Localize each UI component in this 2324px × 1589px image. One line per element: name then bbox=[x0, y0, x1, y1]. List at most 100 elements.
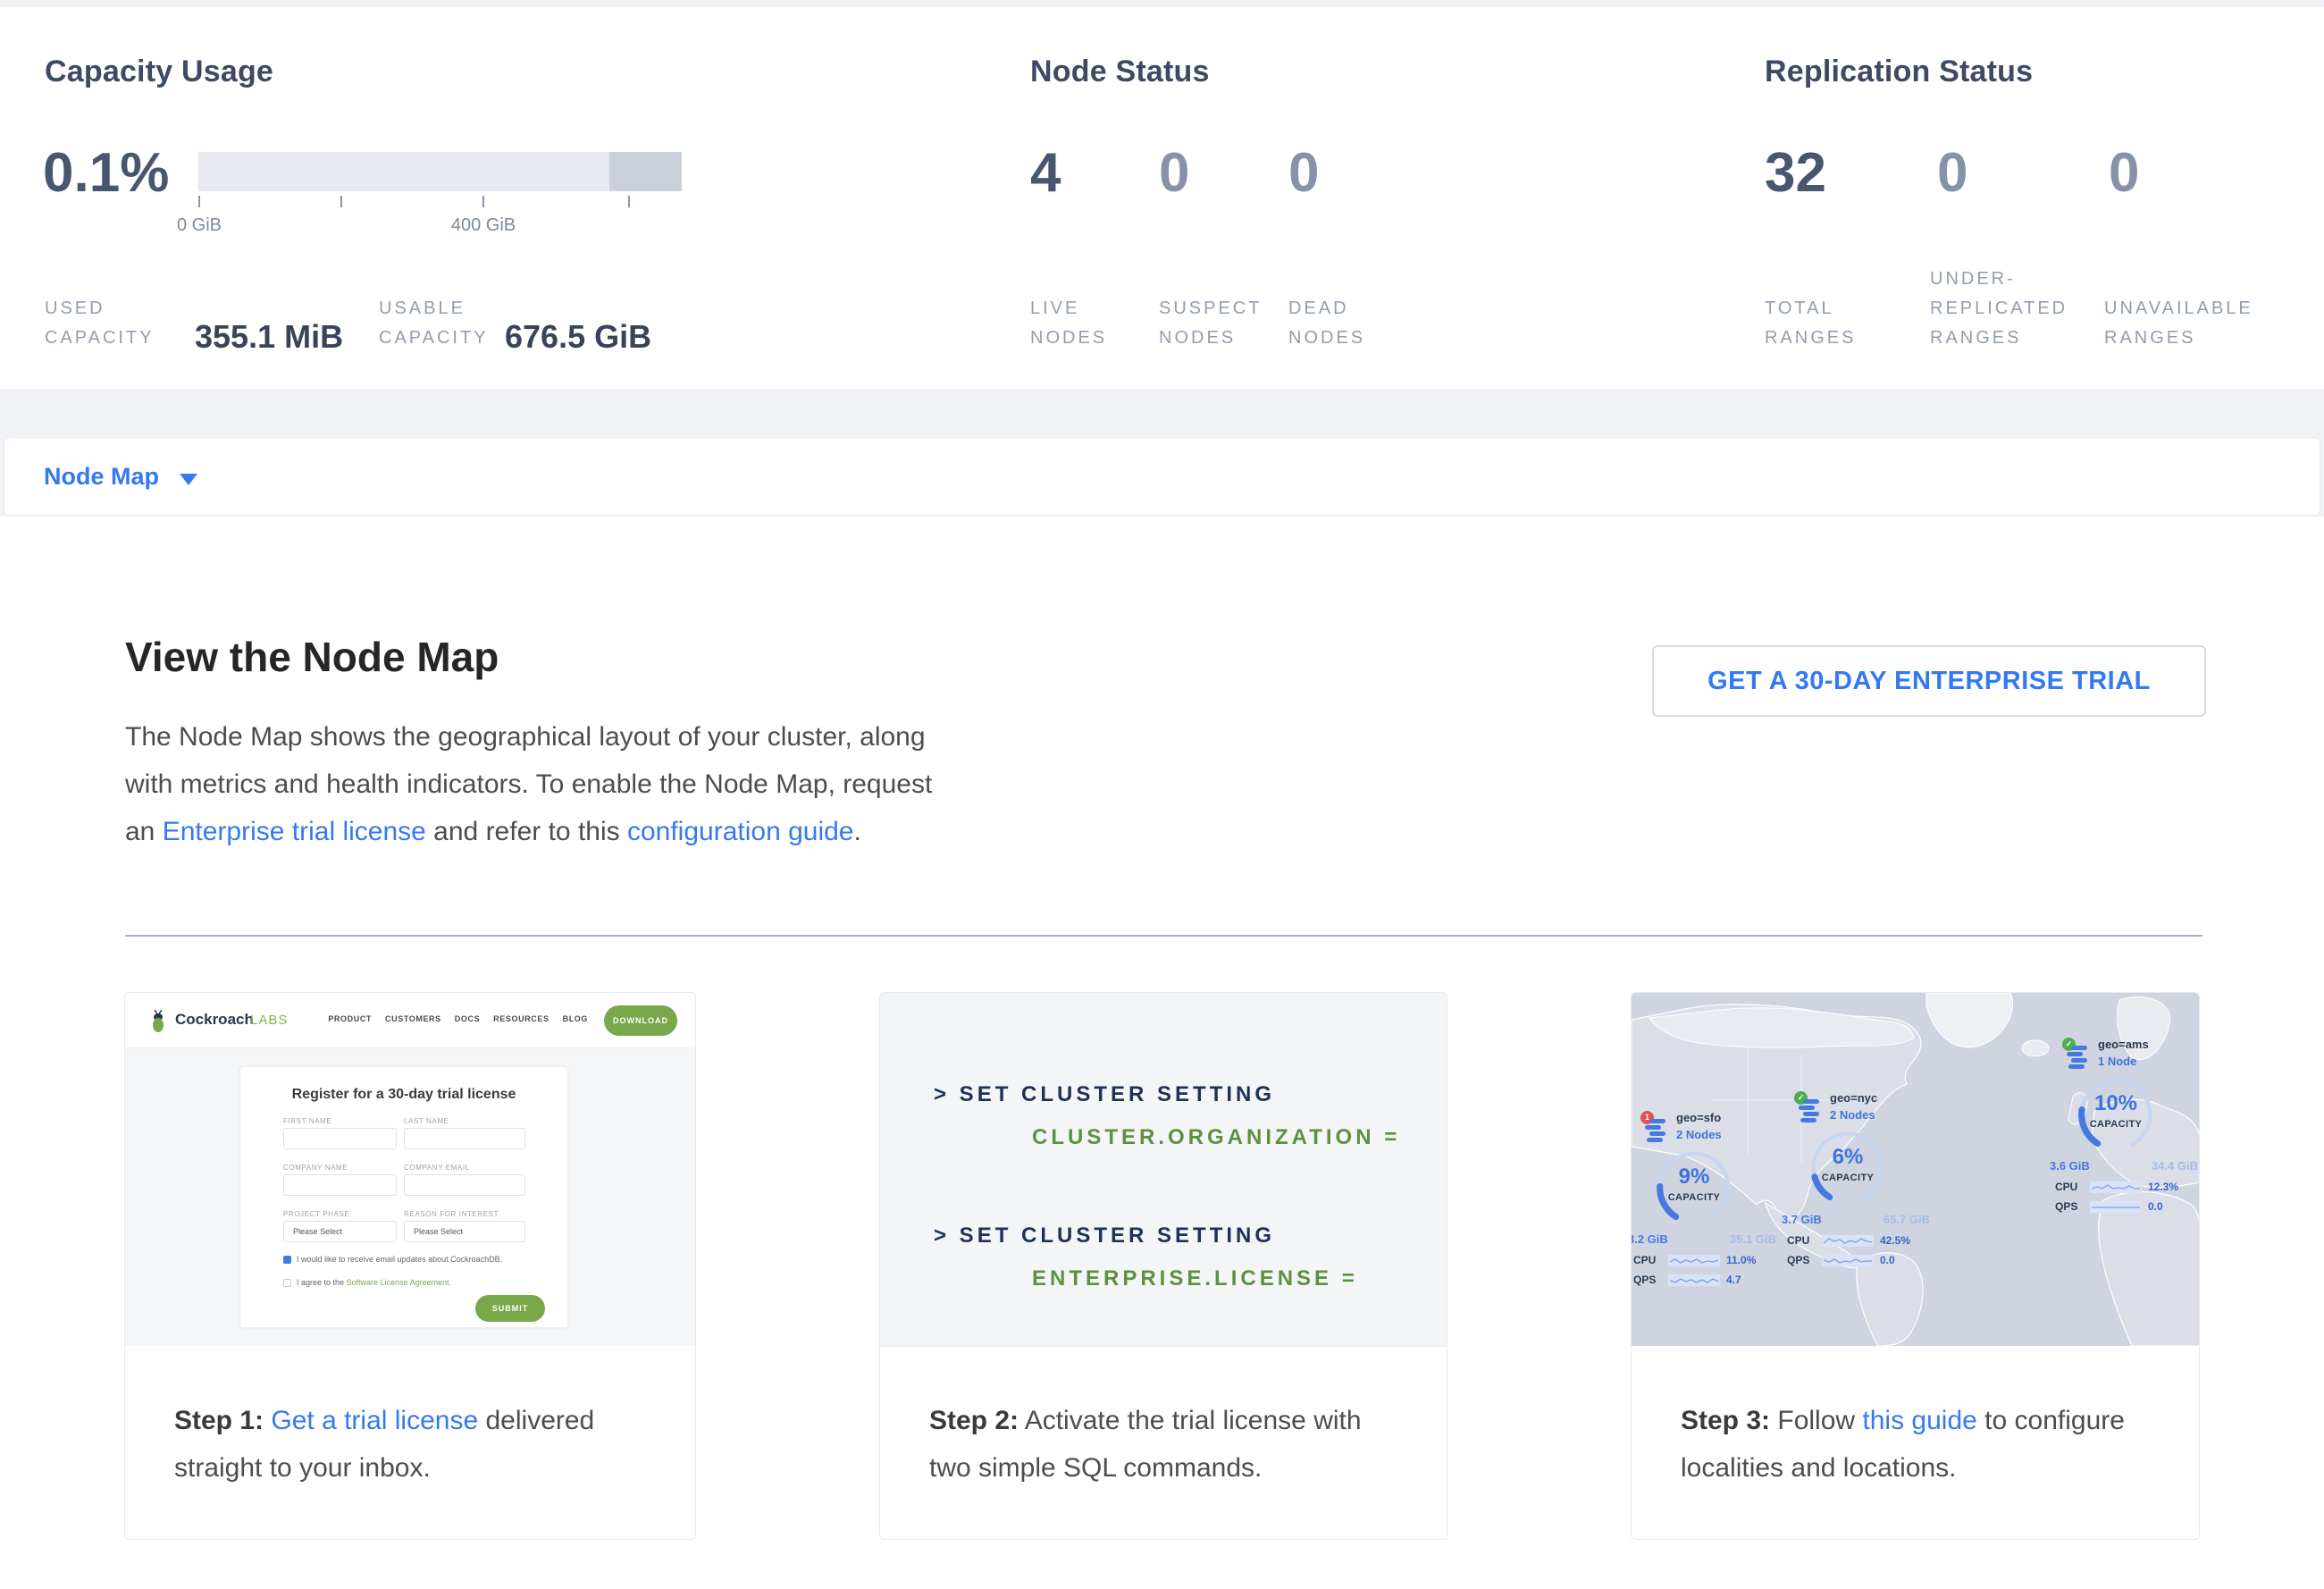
configuration-guide-link[interactable]: configuration guide bbox=[627, 817, 854, 846]
capacity-usage-title: Capacity Usage bbox=[45, 55, 273, 89]
capacity-range: 3.2 GiB 35.1 GiB bbox=[1631, 1232, 1776, 1246]
minisite-header: Cockroach LABS PRODUCT CUSTOMERS DOCS RE… bbox=[125, 993, 695, 1048]
locality-node-count: 2 Nodes bbox=[1676, 1128, 1722, 1141]
company-email-field[interactable] bbox=[404, 1174, 525, 1196]
submit-button[interactable]: SUBMIT bbox=[475, 1295, 545, 1322]
step3-pre: Follow bbox=[1770, 1406, 1862, 1435]
step3-caption: Step 3: Follow this guide to configure l… bbox=[1681, 1397, 2127, 1492]
minisite-nav-docs[interactable]: DOCS bbox=[455, 1014, 480, 1023]
promo-text-part2: and refer to this bbox=[426, 817, 627, 846]
qps-value: 0.0 bbox=[2148, 1200, 2163, 1213]
last-name-label: LAST NAME bbox=[404, 1117, 449, 1125]
unavailable-ranges-count: 0 bbox=[2109, 146, 2139, 201]
locality-node-count: 2 Nodes bbox=[1830, 1108, 1875, 1122]
first-name-field[interactable] bbox=[283, 1128, 397, 1149]
step1-caption: Step 1: Get a trial license delivered st… bbox=[174, 1397, 652, 1492]
capacity-label: CAPACITY bbox=[1807, 1173, 1889, 1183]
qps-metric-row: QPS 0.0 bbox=[1787, 1254, 1895, 1266]
reason-for-interest-value: Please Select bbox=[414, 1227, 463, 1236]
minisite-nav-blog[interactable]: BLOG bbox=[563, 1014, 588, 1023]
minisite-nav-resources[interactable]: RESOURCES bbox=[493, 1014, 549, 1023]
sql-command-line: > SET CLUSTER SETTING bbox=[934, 1082, 1275, 1107]
qps-label: QPS bbox=[2055, 1200, 2084, 1213]
enterprise-trial-license-link[interactable]: Enterprise trial license bbox=[163, 817, 426, 846]
cpu-sparkline bbox=[1822, 1235, 1874, 1247]
minisite-download-button[interactable]: DOWNLOAD bbox=[604, 1005, 677, 1036]
project-phase-select[interactable]: Please Select bbox=[283, 1221, 397, 1242]
license-agreement-label: I agree to the bbox=[297, 1278, 347, 1287]
node-status-title: Node Status bbox=[1030, 55, 1210, 89]
company-name-field[interactable] bbox=[283, 1174, 397, 1196]
promo-text-part3: . bbox=[854, 817, 861, 846]
minisite-nav-customers[interactable]: CUSTOMERS bbox=[385, 1014, 441, 1023]
node-map-dropdown[interactable]: Node Map bbox=[44, 463, 159, 491]
sql-code-block: > SET CLUSTER SETTING CLUSTER.ORGANIZATI… bbox=[880, 993, 1447, 1346]
capacity-range: 3.6 GiB 34.4 GiB bbox=[2050, 1159, 2198, 1173]
under-replicated-count: 0 bbox=[1937, 146, 1967, 201]
qps-value: 0.0 bbox=[1880, 1254, 1895, 1266]
view-selector-bar: Node Map bbox=[4, 437, 2320, 516]
panel-gap bbox=[0, 391, 2324, 437]
minisite-logo-suffix: LABS bbox=[250, 1013, 288, 1028]
axis-tick bbox=[340, 196, 342, 207]
qps-sparkline bbox=[2090, 1201, 2142, 1213]
reason-for-interest-select[interactable]: Please Select bbox=[404, 1221, 525, 1242]
chevron-down-icon[interactable] bbox=[180, 474, 197, 485]
capacity-label: CAPACITY bbox=[1653, 1192, 1735, 1203]
cpu-metric-row: CPU 12.3% bbox=[2055, 1181, 2178, 1193]
step1-card: Cockroach LABS PRODUCT CUSTOMERS DOCS RE… bbox=[124, 992, 696, 1540]
license-agreement-checkbox-row[interactable]: I agree to the Software License Agreemen… bbox=[283, 1278, 451, 1287]
cpu-label: CPU bbox=[1633, 1254, 1662, 1266]
capacity-total: 34.4 GiB bbox=[2152, 1159, 2198, 1173]
email-updates-checkbox-row[interactable]: I would like to receive email updates ab… bbox=[283, 1255, 502, 1264]
node-map-promo-section: View the Node Map The Node Map shows the… bbox=[0, 517, 2324, 1589]
usable-capacity-value: 676.5 GiB bbox=[505, 321, 651, 353]
axis-tick bbox=[628, 196, 630, 207]
trial-registration-form: Register for a 30-day trial license FIRS… bbox=[239, 1066, 568, 1328]
company-email-label: COMPANY EMAIL bbox=[404, 1164, 470, 1172]
get-trial-license-link[interactable]: Get a trial license bbox=[271, 1406, 478, 1435]
step2-caption: Step 2: Activate the trial license with … bbox=[929, 1397, 1407, 1492]
get-enterprise-trial-button[interactable]: GET A 30-DAY ENTERPRISE TRIAL bbox=[1652, 645, 2206, 717]
cpu-value: 42.5% bbox=[1880, 1234, 1910, 1247]
cpu-metric-row: CPU 11.0% bbox=[1633, 1254, 1756, 1266]
locality-node-count: 1 Node bbox=[2098, 1055, 2136, 1068]
dead-nodes-count: 0 bbox=[1288, 146, 1319, 201]
section-divider bbox=[125, 935, 2202, 937]
database-nodes-icon bbox=[2067, 1046, 2090, 1073]
reason-for-interest-label: REASON FOR INTEREST bbox=[404, 1210, 499, 1218]
locality-name: geo=nyc bbox=[1830, 1091, 1877, 1105]
step1-label: Step 1: bbox=[174, 1406, 264, 1435]
sql-command-line: > SET CLUSTER SETTING bbox=[934, 1223, 1275, 1248]
capacity-range: 3.7 GiB 65.7 GiB bbox=[1782, 1213, 1930, 1226]
under-replicated-label: UNDER- REPLICATED RANGES bbox=[1930, 265, 2068, 353]
cpu-metric-row: CPU 42.5% bbox=[1787, 1234, 1910, 1247]
live-nodes-label: LIVE NODES bbox=[1030, 294, 1107, 353]
minisite-nav-product[interactable]: PRODUCT bbox=[328, 1014, 372, 1023]
caption-divider bbox=[880, 1346, 1447, 1347]
step3-card: 1 geo=sfo 2 Nodes 9% CAPACITY 3.2 GiB 35… bbox=[1631, 992, 2200, 1540]
capacity-bar-reserved-segment bbox=[609, 152, 682, 191]
company-name-label: COMPANY NAME bbox=[283, 1164, 348, 1172]
checkbox-unchecked-icon[interactable] bbox=[283, 1279, 291, 1287]
promo-description: The Node Map shows the geographical layo… bbox=[125, 713, 938, 855]
axis-tick-label: 400 GiB bbox=[451, 215, 516, 236]
last-name-field[interactable] bbox=[404, 1128, 525, 1149]
step2-label: Step 2: bbox=[929, 1406, 1019, 1435]
cpu-sparkline bbox=[1668, 1255, 1720, 1266]
qps-metric-row: QPS 4.7 bbox=[1633, 1274, 1741, 1286]
this-guide-link[interactable]: this guide bbox=[1862, 1406, 1976, 1435]
qps-label: QPS bbox=[1633, 1274, 1662, 1286]
software-license-agreement-link[interactable]: Software License Agreement. bbox=[347, 1278, 452, 1287]
email-updates-checkbox-label: I would like to receive email updates ab… bbox=[297, 1255, 502, 1264]
capacity-total: 35.1 GiB bbox=[1730, 1232, 1776, 1246]
cpu-label: CPU bbox=[2055, 1181, 2084, 1193]
capacity-label: CAPACITY bbox=[2075, 1119, 2157, 1130]
qps-metric-row: QPS 0.0 bbox=[2055, 1200, 2163, 1213]
usable-capacity-label: USABLE CAPACITY bbox=[379, 294, 489, 353]
sql-setting-organization: CLUSTER.ORGANIZATION = bbox=[1032, 1125, 1400, 1150]
qps-value: 4.7 bbox=[1726, 1274, 1741, 1286]
locality-name: geo=sfo bbox=[1676, 1111, 1721, 1124]
step2-card: > SET CLUSTER SETTING CLUSTER.ORGANIZATI… bbox=[879, 992, 1447, 1540]
checkbox-checked-icon[interactable] bbox=[283, 1256, 291, 1264]
